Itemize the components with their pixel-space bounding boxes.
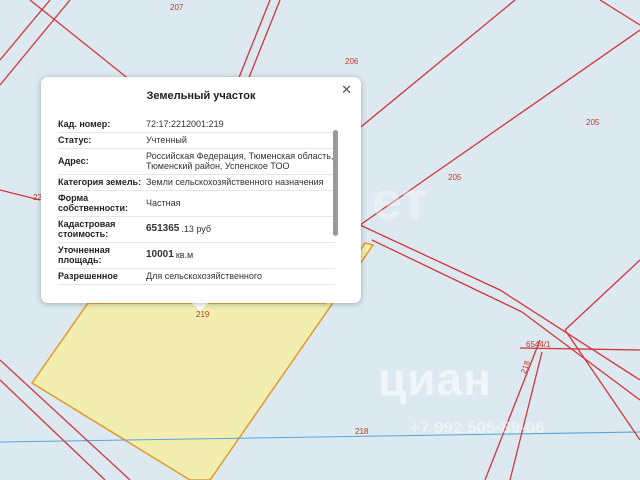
info-value: Частная	[146, 198, 181, 208]
info-row-status: Статус: Учтенный	[58, 133, 335, 149]
area-unit: кв.м	[175, 250, 194, 260]
parcel-label-205: 205	[586, 118, 600, 127]
popup-title: Земельный участок	[146, 90, 256, 102]
info-row-cadastral-value: Кадастровая стоимость: 651365.13 руб	[58, 217, 335, 243]
info-row-land-category: Категория земель: Земли сельскохозяйстве…	[58, 175, 335, 191]
info-value: Учтенный	[146, 135, 187, 145]
cadastral-map[interactable]: ет 207 206 205 205 219 218 218 6544/1 22…	[0, 0, 640, 480]
parcel-label-219: 219	[196, 310, 210, 319]
info-row-address: Адрес: Российская Федерация, Тюменская о…	[58, 149, 335, 175]
info-label: Кадастровая стоимость:	[58, 219, 116, 239]
parcel-label-206: 206	[345, 57, 359, 66]
parcel-label-218: 218	[355, 427, 369, 436]
cadastral-value-suffix: .13 руб	[181, 224, 212, 234]
popup-scrollbar-thumb[interactable]	[333, 130, 338, 236]
close-icon[interactable]: ✕	[341, 82, 352, 98]
parcel-label-205-b: 205	[448, 173, 462, 182]
info-value: Земли сельскохозяйственного назначения	[146, 177, 324, 187]
watermark-logo: циан	[378, 353, 492, 405]
parcel-label-6544-1: 6544/1	[526, 340, 551, 349]
cadastral-value-number: 651365	[146, 223, 180, 234]
info-label: Форма собственности:	[58, 193, 128, 213]
parcel-label-207: 207	[170, 3, 184, 12]
info-label: Разрешенное	[58, 271, 118, 281]
info-value: Российская Федерация, Тюменская область,…	[146, 151, 334, 171]
watermark-top-text: ет	[372, 171, 428, 231]
info-row-cadastral-number: Кад. номер: 72:17:2212001:219	[58, 117, 335, 133]
info-value: Для сельскохозяйственного	[146, 271, 262, 281]
info-label: Категория земель:	[58, 177, 142, 187]
watermark-phone: +7 992 505-89-06	[410, 418, 545, 437]
info-row-area: Уточненная площадь: 10001 кв.м	[58, 243, 335, 269]
parcel-info-popup: Земельный участок ✕ Кад. номер: 72:17:22…	[41, 77, 361, 303]
info-label: Уточненная площадь:	[58, 245, 110, 265]
info-row-permitted-use: Разрешенное Для сельскохозяйственного	[58, 269, 335, 285]
info-value: 10001 кв.м	[146, 245, 335, 265]
info-value: 651365.13 руб	[146, 219, 335, 239]
info-value: 72:17:2212001:219	[146, 119, 224, 129]
info-label: Адрес:	[58, 156, 89, 166]
area-number: 10001	[146, 249, 174, 260]
info-label: Статус:	[58, 135, 92, 145]
info-label: Кад. номер:	[58, 119, 111, 129]
info-row-ownership: Форма собственности: Частная	[58, 191, 335, 217]
parcel-info-list[interactable]: Кад. номер: 72:17:2212001:219 Статус: Уч…	[58, 117, 335, 293]
